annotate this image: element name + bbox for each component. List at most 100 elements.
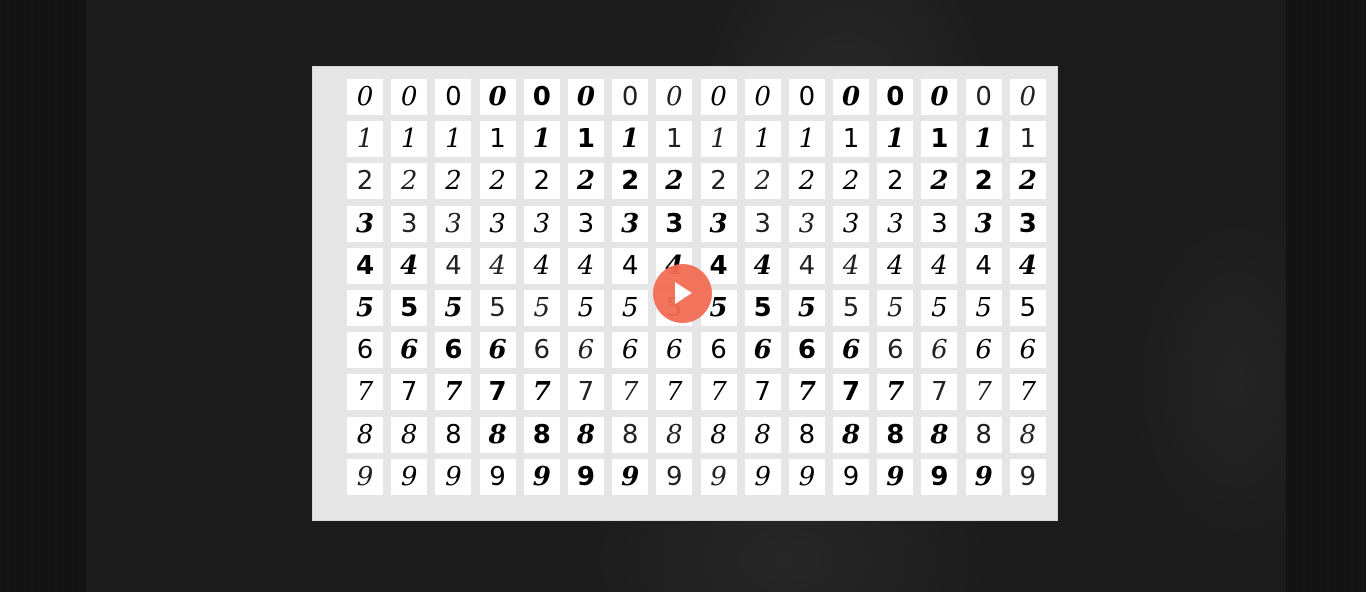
digit-cell: 8 bbox=[744, 416, 781, 453]
digit-cell: 2 bbox=[700, 163, 737, 200]
digit-cell: 6 bbox=[965, 332, 1002, 369]
digit-cell: 9 bbox=[435, 458, 472, 495]
digit-cell: 0 bbox=[523, 79, 560, 115]
digit-cell: 7 bbox=[833, 374, 870, 411]
digit-cell: 4 bbox=[965, 247, 1002, 284]
digit-cell: 7 bbox=[965, 374, 1002, 411]
digit-cell: 6 bbox=[567, 332, 604, 369]
digit-cell: 8 bbox=[612, 416, 649, 453]
digit-cell: 2 bbox=[347, 163, 383, 200]
digit-cell: 1 bbox=[921, 121, 958, 158]
digit-cell: 1 bbox=[1009, 121, 1046, 158]
digit-cell: 8 bbox=[567, 416, 604, 453]
digit-cell: 1 bbox=[612, 121, 649, 158]
digit-cell: 5 bbox=[965, 289, 1002, 326]
digit-cell: 5 bbox=[523, 289, 560, 326]
digit-cell: 4 bbox=[523, 247, 560, 284]
digit-cell: 9 bbox=[788, 458, 825, 495]
digit-cell: 3 bbox=[744, 205, 781, 242]
digit-cell: 9 bbox=[523, 458, 560, 495]
digit-cell: 1 bbox=[833, 121, 870, 158]
digit-cell: 0 bbox=[391, 79, 428, 115]
digit-cell: 2 bbox=[612, 163, 649, 200]
digit-cell: 4 bbox=[567, 247, 604, 284]
digit-cell: 2 bbox=[435, 163, 472, 200]
digit-cell: 9 bbox=[965, 458, 1002, 495]
digit-cell: 9 bbox=[391, 458, 428, 495]
digit-cell: 8 bbox=[921, 416, 958, 453]
digit-cell: 3 bbox=[788, 205, 825, 242]
digit-cell: 5 bbox=[347, 289, 383, 326]
digit-cell: 6 bbox=[479, 332, 516, 369]
digit-cell: 6 bbox=[788, 332, 825, 369]
digit-cell: 8 bbox=[700, 416, 737, 453]
digit-cell: 1 bbox=[523, 121, 560, 158]
digit-cell: 6 bbox=[744, 332, 781, 369]
digit-cell: 3 bbox=[523, 205, 560, 242]
digit-cell: 1 bbox=[347, 121, 383, 158]
digit-cell: 2 bbox=[877, 163, 914, 200]
digit-cell: 9 bbox=[877, 458, 914, 495]
digit-cell: 2 bbox=[965, 163, 1002, 200]
digit-cell: 5 bbox=[877, 289, 914, 326]
digit-cell: 6 bbox=[391, 332, 428, 369]
digit-cell: 7 bbox=[435, 374, 472, 411]
digit-cell: 9 bbox=[921, 458, 958, 495]
digit-cell: 2 bbox=[567, 163, 604, 200]
digit-cell: 6 bbox=[700, 332, 737, 369]
digit-cell: 4 bbox=[788, 247, 825, 284]
digit-cell: 7 bbox=[788, 374, 825, 411]
digit-cell: 7 bbox=[612, 374, 649, 411]
digit-cell: 7 bbox=[877, 374, 914, 411]
digit-cell: 3 bbox=[435, 205, 472, 242]
digit-cell: 2 bbox=[788, 163, 825, 200]
digit-cell: 5 bbox=[612, 289, 649, 326]
digit-cell: 3 bbox=[479, 205, 516, 242]
digit-cell: 3 bbox=[391, 205, 428, 242]
digit-cell: 4 bbox=[833, 247, 870, 284]
digit-cell: 9 bbox=[656, 458, 693, 495]
digit-cell: 8 bbox=[523, 416, 560, 453]
digit-cell: 0 bbox=[965, 79, 1002, 115]
digit-cell: 7 bbox=[921, 374, 958, 411]
digit-cell: 5 bbox=[744, 289, 781, 326]
digit-cell: 4 bbox=[1009, 247, 1046, 284]
digit-cell: 4 bbox=[921, 247, 958, 284]
digit-cell: 0 bbox=[656, 79, 693, 115]
digit-cell: 8 bbox=[877, 416, 914, 453]
digit-cell: 9 bbox=[744, 458, 781, 495]
digit-cell: 0 bbox=[700, 79, 737, 115]
digit-cell: 0 bbox=[788, 79, 825, 115]
digit-cell: 8 bbox=[435, 416, 472, 453]
digit-cell: 8 bbox=[656, 416, 693, 453]
digit-cell: 8 bbox=[833, 416, 870, 453]
digit-cell: 3 bbox=[921, 205, 958, 242]
digit-cell: 1 bbox=[877, 121, 914, 158]
digit-cell: 2 bbox=[656, 163, 693, 200]
digit-cell: 5 bbox=[788, 289, 825, 326]
digit-cell: 1 bbox=[965, 121, 1002, 158]
digit-cell: 9 bbox=[700, 458, 737, 495]
digit-cell: 2 bbox=[479, 163, 516, 200]
digit-cell: 1 bbox=[479, 121, 516, 158]
digit-cell: 7 bbox=[479, 374, 516, 411]
digit-cell: 0 bbox=[435, 79, 472, 115]
digit-cell: 2 bbox=[523, 163, 560, 200]
digit-cell: 1 bbox=[435, 121, 472, 158]
digit-cell: 2 bbox=[921, 163, 958, 200]
digit-cell: 5 bbox=[1009, 289, 1046, 326]
digit-cell: 6 bbox=[347, 332, 383, 369]
digit-cell: 4 bbox=[391, 247, 428, 284]
digit-cell: 2 bbox=[744, 163, 781, 200]
digit-cell: 0 bbox=[347, 79, 383, 115]
play-button[interactable] bbox=[653, 264, 712, 323]
digit-cell: 6 bbox=[833, 332, 870, 369]
digit-cell: 7 bbox=[656, 374, 693, 411]
digit-cell: 0 bbox=[612, 79, 649, 115]
digit-cell: 0 bbox=[479, 79, 516, 115]
digit-cell: 5 bbox=[435, 289, 472, 326]
digit-cell: 8 bbox=[1009, 416, 1046, 453]
video-player[interactable]: 0000000000000000111111111111111122222222… bbox=[0, 0, 1366, 592]
digit-cell: 8 bbox=[479, 416, 516, 453]
digit-cell: 4 bbox=[612, 247, 649, 284]
